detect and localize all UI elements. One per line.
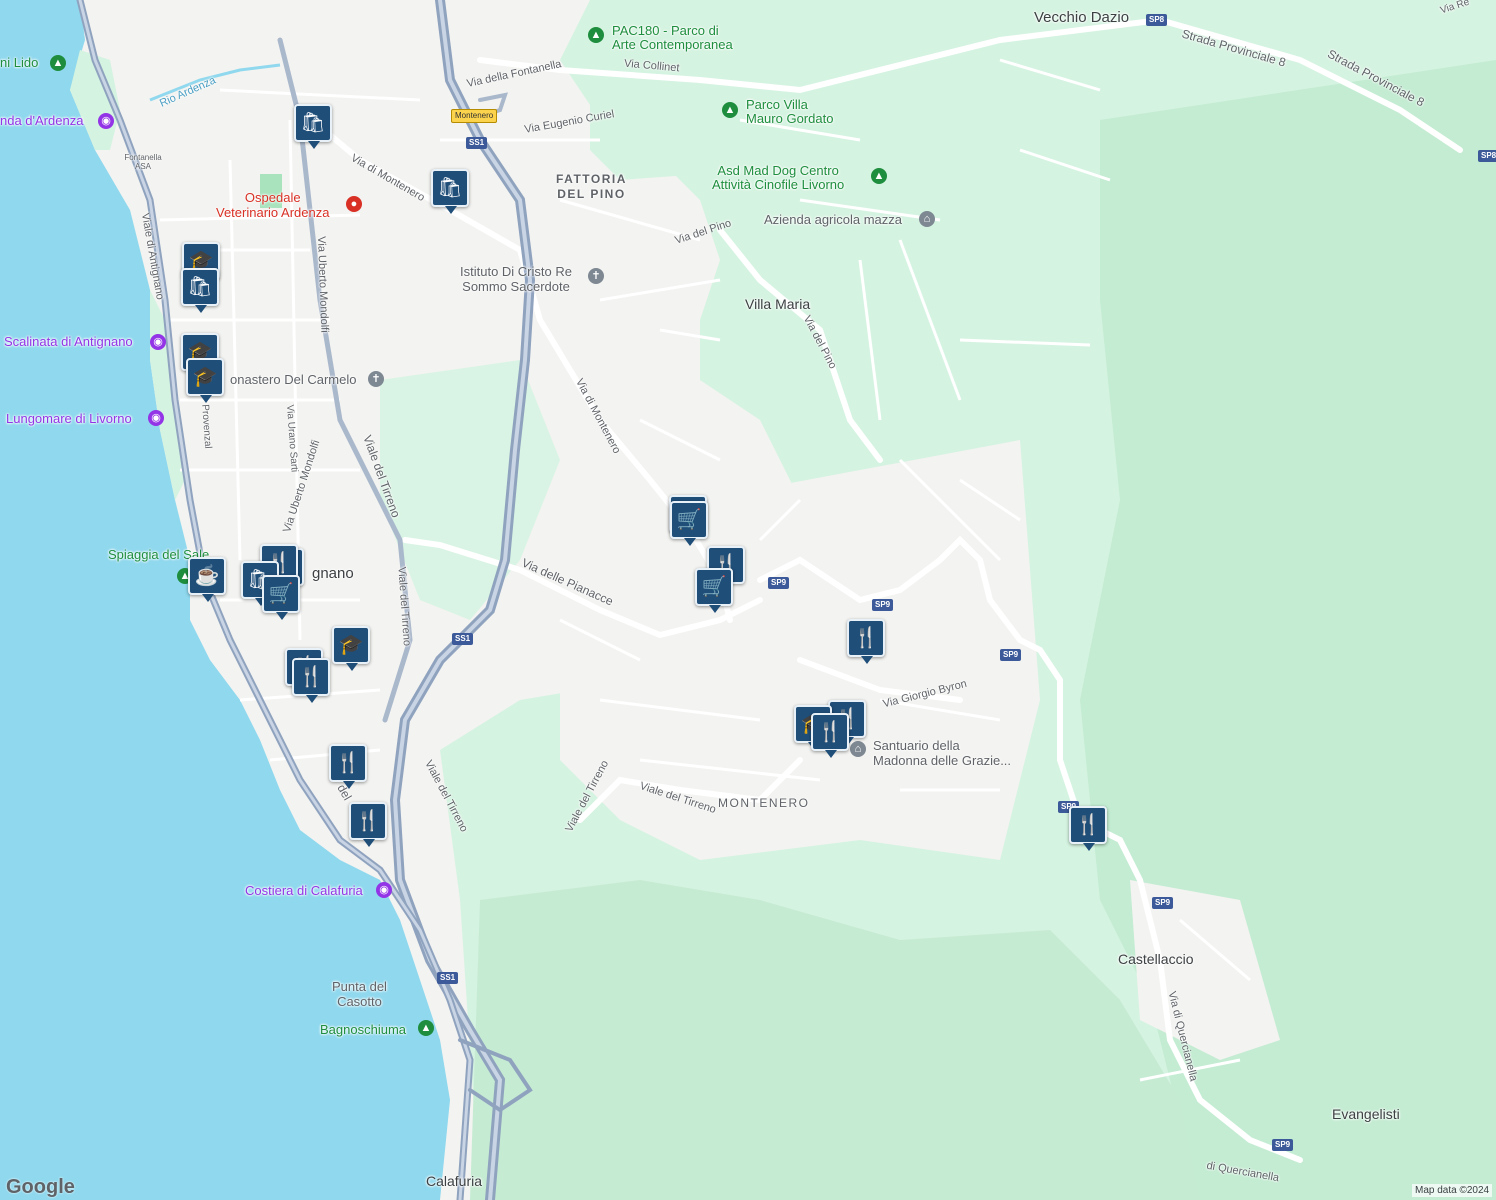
poi-line: Parco Villa (746, 97, 808, 112)
district-line: FATTORIA (556, 172, 627, 186)
poi-monastero[interactable]: onastero Del Carmelo (230, 372, 356, 387)
road-shield: SS1 (466, 137, 488, 149)
poi-ospedale[interactable]: Ospedale Veterinario Ardenza (216, 190, 329, 220)
town-sign: Montenero (451, 109, 498, 123)
place-antignano: gnano (312, 565, 354, 582)
museum-icon[interactable]: ⌂ (919, 211, 935, 227)
tree-icon[interactable]: ▲ (722, 102, 738, 118)
poi-line: Attività Cinofile Livorno (712, 177, 845, 192)
graduation-cap-icon[interactable]: 🎓 (332, 626, 370, 671)
place-vecchio-dazio: Vecchio Dazio (1034, 9, 1130, 26)
place-castellaccio: Castellaccio (1118, 951, 1194, 967)
poi-line: Punta del (332, 979, 387, 994)
poi-line: Ospedale (244, 190, 301, 205)
restaurant-icon[interactable]: 🍴 (811, 713, 849, 758)
poi-ardenza[interactable]: nda d'Ardenza (0, 114, 83, 127)
shopping-bag-icon[interactable]: 🛍 (294, 104, 332, 149)
district-montenero: MONTENERO (718, 796, 810, 810)
road-shield: SP9 (768, 577, 790, 589)
poi-parco-villa[interactable]: Parco Villa Mauro Gordato (746, 98, 833, 126)
shopping-bag-icon[interactable]: 🛍 (181, 268, 219, 313)
road-shield: SP8 (1146, 14, 1168, 26)
shopping-cart-icon[interactable]: 🛒 (695, 568, 733, 613)
map-attribution: Map data ©2024 (1412, 1184, 1493, 1197)
poi-line: Veterinario Ardenza (216, 205, 330, 220)
road-shield: SS1 (452, 633, 474, 645)
coffee-icon[interactable]: ☕ (188, 557, 226, 602)
camera-icon[interactable]: ◉ (150, 334, 166, 350)
poi-istituto[interactable]: Istituto Di Cristo Re Sommo Sacerdote (460, 264, 572, 294)
restaurant-icon[interactable]: 🍴 (329, 744, 367, 789)
poi-punta: Punta del Casotto (332, 979, 387, 1009)
restaurant-icon[interactable]: 🍴 (349, 802, 387, 847)
shopping-cart-icon[interactable]: 🛒 (670, 501, 708, 546)
poi-bagnoschiuma[interactable]: Bagnoschiuma (320, 1023, 406, 1037)
cross-icon[interactable]: ✝ (368, 371, 384, 387)
graduation-cap-icon[interactable]: 🎓 (186, 358, 224, 403)
map-canvas[interactable]: Vecchio Dazio Villa Maria Castellaccio E… (0, 0, 1496, 1200)
tree-icon[interactable]: ▲ (588, 27, 604, 43)
poi-santuario[interactable]: Santuario della Madonna delle Grazie... (873, 738, 1011, 768)
place-calafuria: Calafuria (426, 1173, 483, 1189)
poi-lido[interactable]: ni Lido (0, 56, 38, 70)
restaurant-icon[interactable]: 🍴 (292, 658, 330, 703)
tree-icon[interactable]: ▲ (418, 1020, 434, 1036)
road-shield: SP9 (872, 599, 894, 611)
poi-line: PAC180 - Parco di (612, 23, 719, 38)
poi-line: Mauro Gordato (746, 111, 834, 126)
place-villa-maria: Villa Maria (745, 296, 811, 312)
road-shield: SS1 (437, 972, 459, 984)
camera-icon[interactable]: ◉ (376, 882, 392, 898)
cross-icon[interactable]: ✝ (588, 268, 604, 284)
tree-icon[interactable]: ▲ (50, 55, 66, 71)
shopping-cart-icon[interactable]: 🛒 (262, 575, 300, 620)
pin-icon[interactable]: ● (346, 196, 362, 212)
road-shield: SP8 (1478, 150, 1496, 162)
shopping-bag-icon[interactable]: 🛍 (431, 169, 469, 214)
google-logo: Google (6, 1176, 75, 1198)
poi-line: Sommo Sacerdote (462, 279, 570, 294)
camera-icon[interactable]: ◉ (98, 113, 114, 129)
restaurant-icon[interactable]: 🍴 (847, 619, 885, 664)
poi-line: Casotto (337, 994, 382, 1009)
road-fontanella-asa: Fontanella ASA (124, 153, 162, 171)
place-evangelisti: Evangelisti (1332, 1106, 1400, 1122)
poi-line: Arte Contemporanea (612, 37, 733, 52)
district-fattoria-del-pino: FATTORIA DEL PINO (556, 172, 627, 202)
tree-icon[interactable]: ▲ (871, 168, 887, 184)
restaurant-icon[interactable]: 🍴 (1069, 806, 1107, 851)
poi-costiera[interactable]: Costiera di Calafuria (245, 884, 363, 897)
poi-line: Asd Mad Dog Centro (717, 163, 839, 178)
poi-azienda[interactable]: Azienda agricola mazza (764, 212, 902, 227)
poi-scalinata[interactable]: Scalinata di Antignano (4, 335, 133, 348)
road-shield: SP9 (1272, 1139, 1294, 1151)
poi-line: Istituto Di Cristo Re (460, 264, 572, 279)
road-shield: SP9 (1152, 897, 1174, 909)
poi-line: Santuario della (873, 738, 960, 753)
camera-icon[interactable]: ◉ (148, 410, 164, 426)
poi-pac180[interactable]: PAC180 - Parco di Arte Contemporanea (612, 24, 733, 52)
poi-asd-mad-dog[interactable]: Asd Mad Dog Centro Attività Cinofile Liv… (712, 164, 844, 192)
poi-line: Madonna delle Grazie... (873, 753, 1012, 768)
road-shield: SP9 (1000, 649, 1022, 661)
poi-lungomare[interactable]: Lungomare di Livorno (6, 412, 132, 425)
district-line: DEL PINO (557, 187, 626, 201)
